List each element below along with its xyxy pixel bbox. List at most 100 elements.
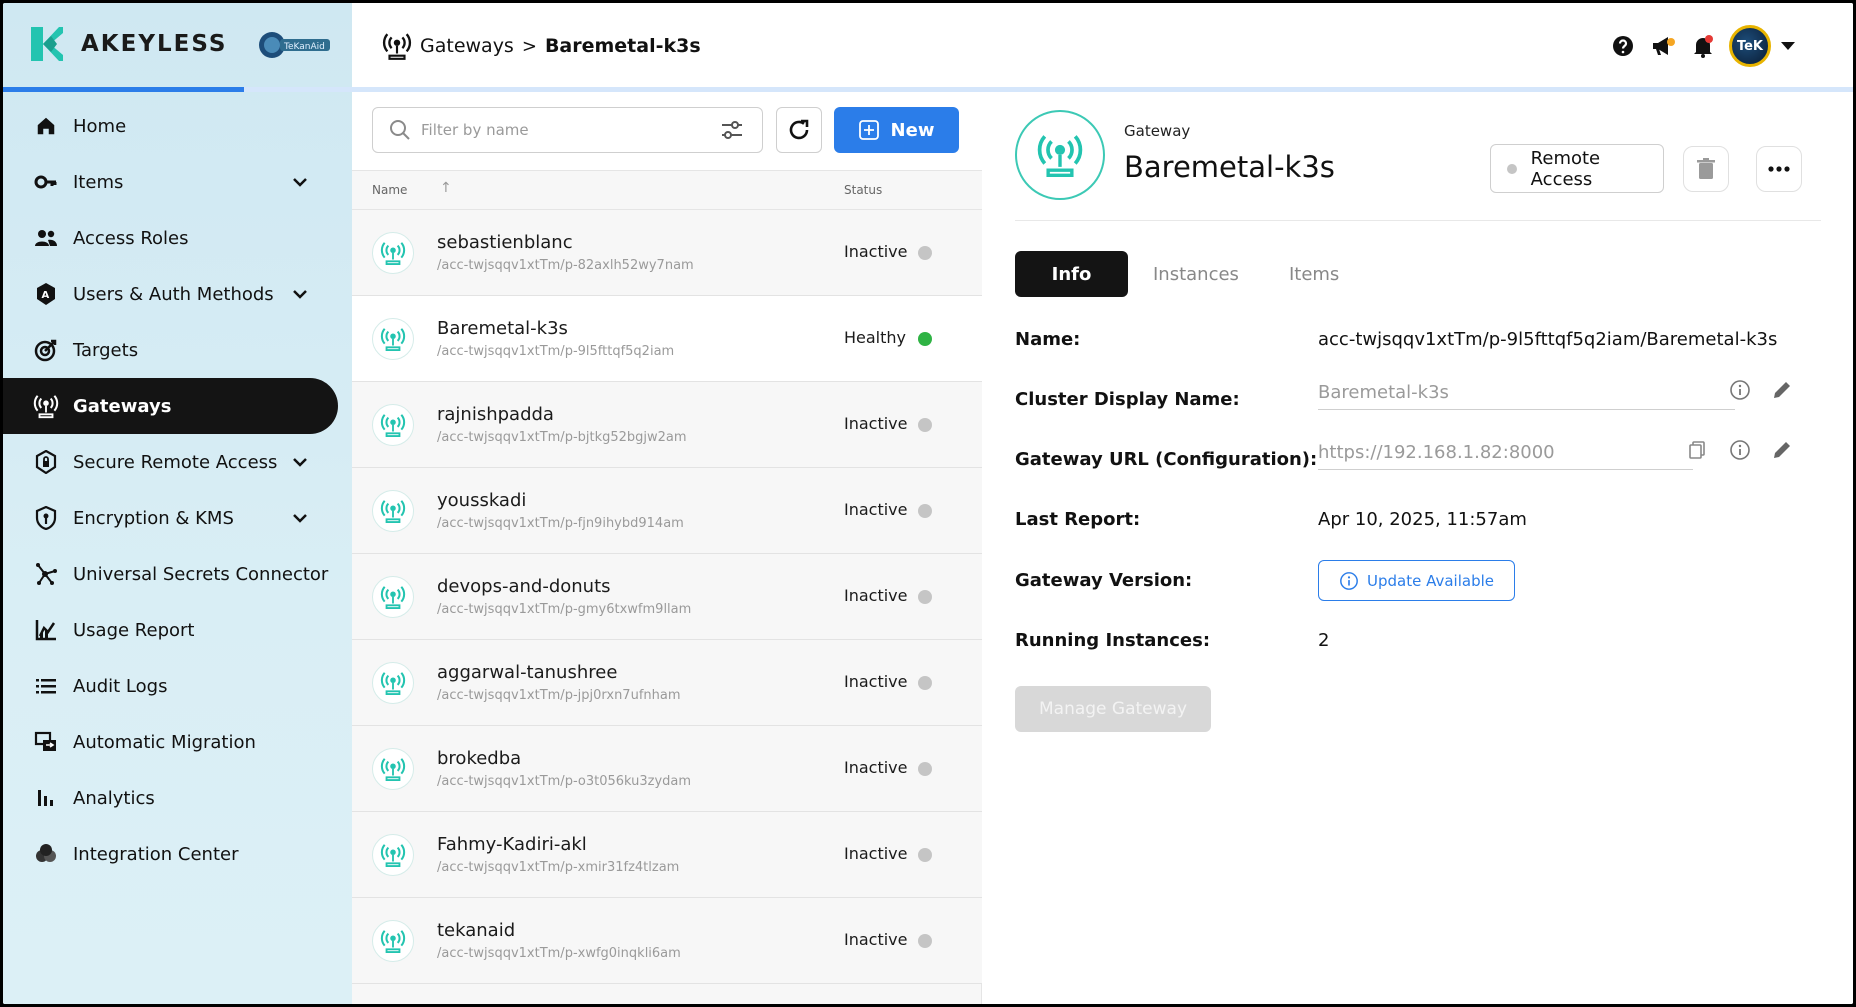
- table-row[interactable]: Fahmy-Kadiri-akl /acc-twjsqqv1xtTm/p-xmi…: [352, 812, 982, 898]
- tab-info[interactable]: Info: [1015, 251, 1128, 297]
- gateway-icon: [372, 834, 414, 876]
- refresh-button[interactable]: [776, 107, 822, 153]
- gateway-status: Inactive: [844, 414, 908, 433]
- tab-items[interactable]: Items: [1264, 251, 1364, 297]
- gateway-url-field[interactable]: https://192.168.1.82:8000: [1318, 436, 1693, 470]
- table-row[interactable]: tekanaid /acc-twjsqqv1xtTm/p-xwfg0inqkli…: [352, 898, 982, 984]
- gateway-icon: [372, 232, 414, 274]
- breadcrumb: Gateways > Baremetal-k3s: [382, 31, 701, 61]
- sidebar-item-analytics[interactable]: Analytics: [3, 770, 352, 826]
- sidebar-item-universal-secrets-connector[interactable]: Universal Secrets Connector: [3, 546, 352, 602]
- more-options-button[interactable]: [1756, 146, 1802, 192]
- bell-icon[interactable]: [1691, 34, 1715, 58]
- cluster-display-name-field[interactable]: Baremetal-k3s: [1318, 376, 1735, 410]
- chevron-down-icon[interactable]: [290, 284, 310, 304]
- cluster-display-name-label: Cluster Display Name:: [1015, 389, 1240, 410]
- search-input[interactable]: [421, 121, 711, 139]
- update-available-button[interactable]: Update Available: [1318, 560, 1515, 601]
- avatar-text: TeK: [1736, 38, 1764, 54]
- gateway-status: Inactive: [844, 586, 908, 605]
- gateway-icon: [372, 404, 414, 446]
- gateway-path: /acc-twjsqqv1xtTm/p-xmir31fz4tlzam: [437, 860, 680, 875]
- sidebar-nav: Home Items Access Roles A Users & Auth M…: [3, 98, 352, 882]
- tab-instances[interactable]: Instances: [1128, 251, 1264, 297]
- gateway-icon: [382, 33, 412, 60]
- breadcrumb-current: Baremetal-k3s: [544, 35, 701, 57]
- sidebar-item-home[interactable]: Home: [3, 98, 352, 154]
- remote-access-button[interactable]: Remote Access: [1490, 144, 1664, 193]
- column-header-status: Status: [844, 183, 883, 197]
- sidebar-item-encryption-kms[interactable]: Encryption & KMS: [3, 490, 352, 546]
- table-row[interactable]: aggarwal-tanushree /acc-twjsqqv1xtTm/p-j…: [352, 640, 982, 726]
- sidebar-item-label: Integration Center: [73, 843, 239, 865]
- gateway-icon: [372, 576, 414, 618]
- gateway-list-panel: New Name ↑ Status sebastienblanc /acc-tw…: [352, 92, 982, 1004]
- info-icon[interactable]: [1729, 379, 1751, 401]
- sidebar-item-label: Access Roles: [73, 227, 189, 249]
- chevron-down-icon[interactable]: [290, 452, 310, 472]
- status-dot: [918, 504, 932, 518]
- status-dot: [918, 418, 932, 432]
- gateway-status: Inactive: [844, 500, 908, 519]
- home-icon: [33, 113, 59, 139]
- table-row-selected[interactable]: Baremetal-k3s /acc-twjsqqv1xtTm/p-9l5ftt…: [352, 296, 982, 382]
- sidebar-item-users-auth-methods[interactable]: A Users & Auth Methods: [3, 266, 352, 322]
- sort-arrow-icon[interactable]: ↑: [440, 180, 452, 196]
- gateway-icon: [372, 662, 414, 704]
- manage-gateway-button[interactable]: Manage Gateway: [1015, 686, 1211, 732]
- more-horizontal-icon: [1768, 166, 1790, 172]
- delete-button[interactable]: [1683, 146, 1729, 192]
- table-row[interactable]: brokedba /acc-twjsqqv1xtTm/p-o3t056ku3zy…: [352, 726, 982, 812]
- sidebar-item-usage-report[interactable]: Usage Report: [3, 602, 352, 658]
- info-icon[interactable]: [1729, 439, 1751, 461]
- search-box[interactable]: [372, 107, 763, 153]
- status-dot: [918, 332, 932, 346]
- avatar-dropdown-icon[interactable]: [1781, 42, 1795, 50]
- sidebar-item-items[interactable]: Items: [3, 154, 352, 210]
- sidebar-item-access-roles[interactable]: Access Roles: [3, 210, 352, 266]
- sidebar-item-gateways[interactable]: Gateways: [3, 378, 338, 434]
- gateway-status: Inactive: [844, 758, 908, 777]
- sidebar-item-integration-center[interactable]: Integration Center: [3, 826, 352, 882]
- gateway-path: /acc-twjsqqv1xtTm/p-xwfg0inqkli6am: [437, 946, 681, 961]
- edit-pencil-icon[interactable]: [1771, 439, 1793, 461]
- top-bar: Gateways > Baremetal-k3s TeK: [352, 3, 1853, 87]
- table-row[interactable]: rajnishpadda /acc-twjsqqv1xtTm/p-bjtkg52…: [352, 382, 982, 468]
- breadcrumb-separator: >: [521, 35, 537, 57]
- megaphone-icon[interactable]: [1649, 34, 1677, 58]
- bar-chart-icon: [33, 785, 59, 811]
- edit-pencil-icon[interactable]: [1771, 379, 1793, 401]
- column-header-name[interactable]: Name: [372, 183, 407, 197]
- gateway-path: /acc-twjsqqv1xtTm/p-o3t056ku3zydam: [437, 774, 692, 789]
- copy-icon[interactable]: [1686, 439, 1708, 461]
- breadcrumb-parent[interactable]: Gateways: [420, 35, 514, 57]
- auth-methods-icon: A: [33, 281, 59, 307]
- connector-icon: [33, 561, 59, 587]
- sidebar-item-targets[interactable]: Targets: [3, 322, 352, 378]
- table-row[interactable]: devops-and-donuts /acc-twjsqqv1xtTm/p-gm…: [352, 554, 982, 640]
- sidebar-item-secure-remote-access[interactable]: Secure Remote Access: [3, 434, 352, 490]
- shield-lock-icon: [33, 449, 59, 475]
- integration-icon: [33, 841, 59, 867]
- sidebar-item-audit-logs[interactable]: Audit Logs: [3, 658, 352, 714]
- filter-icon[interactable]: [720, 119, 744, 141]
- chevron-down-icon[interactable]: [290, 508, 310, 528]
- akeyless-logo[interactable]: AKEYLESS: [31, 27, 227, 61]
- chevron-down-icon[interactable]: [290, 172, 310, 192]
- table-row[interactable]: sebastienblanc /acc-twjsqqv1xtTm/p-82axl…: [352, 210, 982, 296]
- info-icon: [1340, 571, 1358, 590]
- sidebar-item-label: Audit Logs: [73, 675, 168, 697]
- gateway-url-label: Gateway URL (Configuration):: [1015, 449, 1318, 470]
- help-icon[interactable]: [1611, 34, 1635, 58]
- new-button-label: New: [890, 119, 935, 141]
- shield-key-icon: [33, 505, 59, 531]
- key-icon: [33, 169, 59, 195]
- avatar[interactable]: TeK: [1729, 25, 1771, 67]
- table-row[interactable]: yousskadi /acc-twjsqqv1xtTm/p-fjn9ihybd9…: [352, 468, 982, 554]
- sidebar-item-automatic-migration[interactable]: Automatic Migration: [3, 714, 352, 770]
- new-gateway-button[interactable]: New: [834, 107, 959, 153]
- usage-chart-icon: [33, 617, 59, 643]
- refresh-icon: [789, 119, 809, 140]
- list-toolbar: New: [352, 92, 982, 170]
- detail-title: Baremetal-k3s: [1124, 150, 1335, 184]
